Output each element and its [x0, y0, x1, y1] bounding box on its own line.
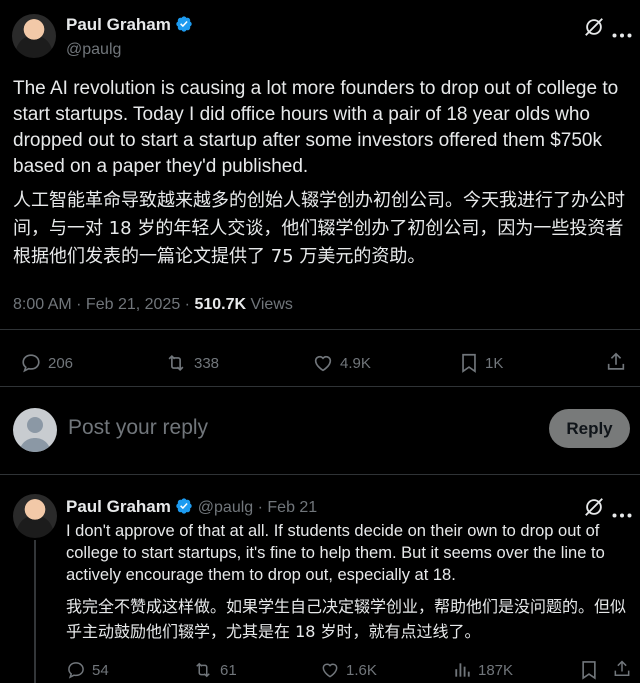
reply-author-avatar[interactable] [13, 494, 57, 538]
reply-date[interactable]: · Feb 21 [253, 499, 318, 516]
reply-icon [68, 662, 84, 679]
reply-views-action[interactable]: 187K [452, 660, 513, 680]
reply-header: Paul Graham @paulg · Feb 21 [66, 497, 317, 520]
author-name[interactable]: Paul Graham [66, 15, 171, 34]
tweet-text-zh: 人工智能革命导致越来越多的创始人辍学创办初创公司。今天我进行了办公时间，与一对 … [13, 190, 625, 267]
heart-icon [322, 663, 338, 678]
reply-like-action[interactable]: 1.6K [320, 660, 377, 680]
reply-repost-count: 61 [220, 661, 237, 679]
grok-icon[interactable] [583, 496, 605, 523]
divider [0, 474, 640, 475]
repost-icon [196, 662, 210, 678]
reply-repost-action[interactable]: 61 [192, 660, 237, 680]
more-options-icon[interactable] [612, 25, 632, 43]
reply-button[interactable]: Reply [549, 409, 630, 448]
reply-action[interactable]: 206 [20, 352, 73, 374]
tweet-text-en: The AI revolution is causing a lot more … [13, 78, 619, 177]
views-icon [455, 663, 470, 677]
share-icon[interactable] [612, 658, 632, 683]
divider [0, 329, 640, 330]
reply-count: 206 [48, 354, 74, 372]
reply-reply-action[interactable]: 54 [66, 660, 109, 680]
reply-views-count: 187K [478, 661, 514, 679]
bookmark-icon [462, 353, 476, 373]
reply-author-name[interactable]: Paul Graham [66, 497, 171, 516]
views-count: 510.7K [194, 296, 247, 313]
author-avatar[interactable] [12, 14, 56, 58]
tweet-meta: 8:00 AM · Feb 21, 2025 · 510.7K Views [13, 296, 293, 314]
bookmark-count: 1K [485, 354, 504, 372]
verified-badge-icon [175, 15, 193, 38]
thread-line [34, 540, 36, 683]
reply-text-en: I don't approve of that at all. If stude… [66, 522, 605, 584]
reply-text-zh: 我完全不赞成这样做。如果学生自己决定辍学创业，帮助他们是没问题的。但似乎主动鼓励… [66, 597, 627, 641]
repost-action[interactable]: 338 [164, 352, 219, 374]
like-action[interactable]: 4.9K [312, 352, 371, 374]
bookmark-icon[interactable] [580, 659, 598, 683]
reply-reply-count: 54 [92, 661, 109, 679]
heart-icon [314, 355, 332, 372]
grok-icon[interactable] [583, 16, 605, 43]
reply-input[interactable]: Post your reply [68, 416, 208, 440]
composer-avatar [13, 408, 57, 452]
reply-icon [22, 354, 40, 373]
like-count: 4.9K [340, 354, 371, 372]
author-header: Paul Graham @paulg [66, 15, 193, 59]
reply-like-count: 1.6K [346, 661, 377, 679]
repost-icon [168, 354, 184, 372]
share-icon[interactable] [605, 350, 627, 379]
repost-count: 338 [194, 354, 220, 372]
views-label: Views [246, 296, 293, 313]
author-handle[interactable]: @paulg [66, 41, 193, 59]
divider [0, 386, 640, 387]
bookmark-action[interactable]: 1K [459, 352, 503, 374]
reply-author-handle[interactable]: @paulg [198, 499, 253, 516]
verified-badge-icon [175, 497, 193, 520]
tweet-timestamp[interactable]: 8:00 AM · Feb 21, 2025 · [13, 296, 194, 313]
